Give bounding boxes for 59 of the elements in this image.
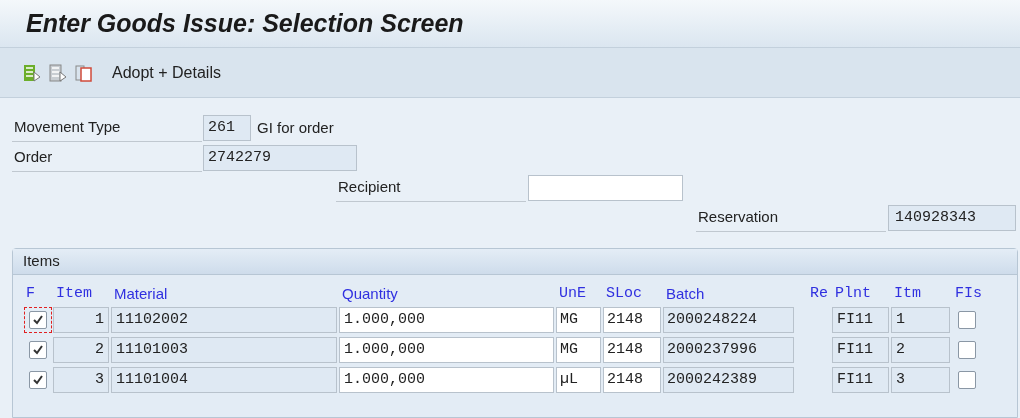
table-cell: FI11 — [832, 307, 889, 333]
table-cell: 11101004 — [111, 367, 337, 393]
field-label: Reservation — [696, 204, 886, 232]
table-cell: 3 — [891, 367, 950, 393]
sloc-field[interactable]: 2148 — [603, 307, 661, 333]
window-title: Enter Goods Issue: Selection Screen — [26, 7, 464, 39]
table-cell: 2 — [891, 337, 950, 363]
table-cell: 2 — [53, 337, 109, 363]
sloc-field[interactable]: 2148 — [603, 367, 661, 393]
document-arrow-icon[interactable] — [22, 62, 42, 83]
column-header: FIs — [954, 283, 982, 304]
table-cell: 2000237996 — [663, 337, 794, 363]
column-header: F — [25, 283, 36, 304]
copy-icon[interactable] — [74, 62, 94, 83]
fis-checkbox[interactable] — [958, 311, 976, 329]
movement-type-description: GI for order — [257, 117, 334, 138]
table-cell: 2000242389 — [663, 367, 794, 393]
field-label: Order — [12, 144, 202, 172]
fis-checkbox[interactable] — [958, 341, 976, 359]
column-header: Quantity — [341, 283, 399, 304]
table-cell: FI11 — [832, 337, 889, 363]
field-label: Movement Type — [12, 114, 202, 142]
column-header: UnE — [558, 283, 587, 304]
column-header: Re — [809, 283, 829, 304]
column-header: Item — [55, 283, 93, 304]
column-header: Itm — [893, 283, 922, 304]
check-icon — [32, 374, 44, 386]
row-checkbox[interactable] — [29, 341, 47, 359]
unit-field[interactable]: MG — [556, 337, 601, 363]
reservation-field[interactable]: 140928343 — [888, 205, 1016, 231]
order-field[interactable]: 2742279 — [203, 145, 357, 171]
quantity-field[interactable]: 1.000,000 — [339, 337, 554, 363]
quantity-field[interactable]: 1.000,000 — [339, 307, 554, 333]
check-icon — [32, 344, 44, 356]
table-cell: 11101003 — [111, 337, 337, 363]
table-cell: 1 — [53, 307, 109, 333]
field-label: Recipient — [336, 174, 526, 202]
column-header: SLoc — [605, 283, 643, 304]
check-icon — [32, 314, 44, 326]
row-checkbox[interactable] — [29, 311, 47, 329]
recipient-field[interactable] — [528, 175, 683, 201]
column-header: Material — [113, 283, 169, 304]
table-cell: 11102002 — [111, 307, 337, 333]
unit-field[interactable]: MG — [556, 307, 601, 333]
column-header: Plnt — [834, 283, 872, 304]
table-cell: 2000248224 — [663, 307, 794, 333]
row-checkbox[interactable] — [29, 371, 47, 389]
sloc-field[interactable]: 2148 — [603, 337, 661, 363]
table-cell: 1 — [891, 307, 950, 333]
adopt-details-button[interactable]: Adopt + Details — [112, 60, 221, 85]
unit-field[interactable]: µL — [556, 367, 601, 393]
movement-type-field[interactable]: 261 — [203, 115, 251, 141]
panel-title: Items — [23, 251, 60, 272]
fis-checkbox[interactable] — [958, 371, 976, 389]
table-cell: FI11 — [832, 367, 889, 393]
table-cell: 3 — [53, 367, 109, 393]
document-arrow-icon[interactable] — [48, 62, 68, 83]
column-header: Batch — [665, 283, 706, 304]
quantity-field[interactable]: 1.000,000 — [339, 367, 554, 393]
